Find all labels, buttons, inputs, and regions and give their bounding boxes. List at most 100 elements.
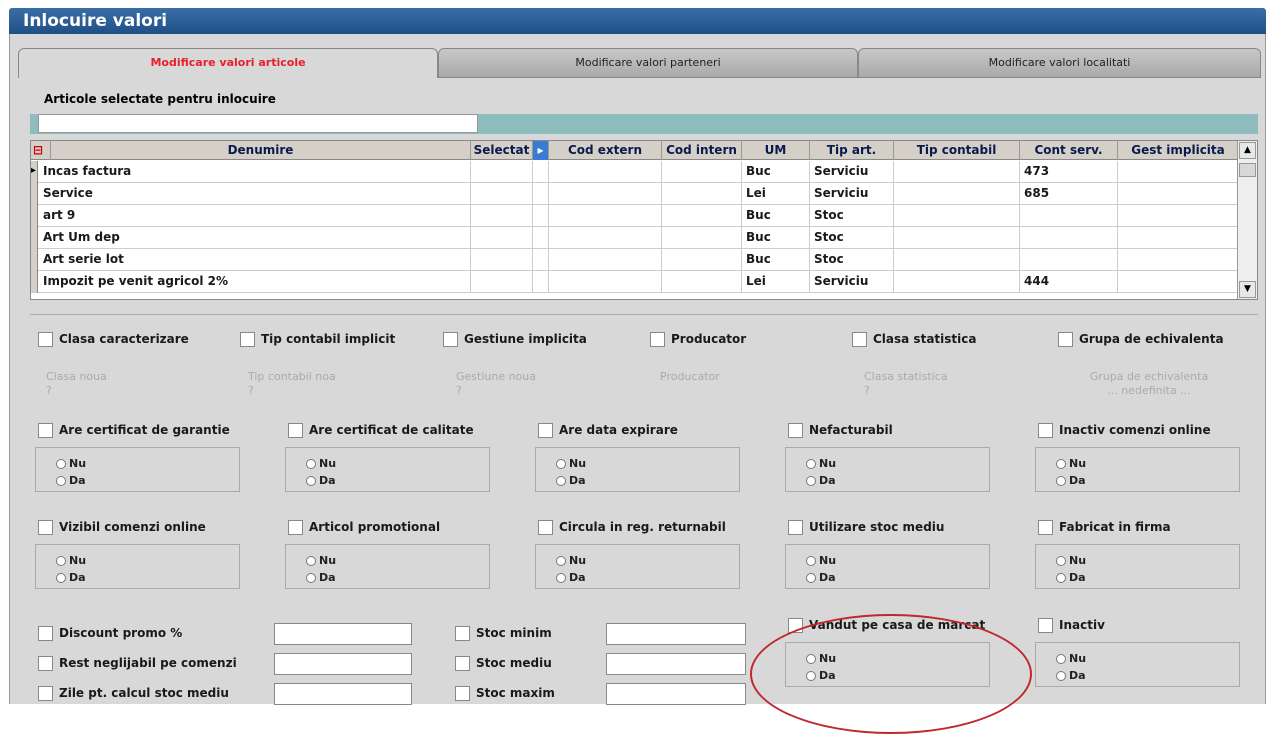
grid-cell[interactable] <box>549 183 662 205</box>
radio-da[interactable]: Da <box>556 474 586 487</box>
cell-tip-art[interactable]: Serviciu <box>810 271 894 293</box>
radio-da[interactable]: Da <box>306 571 336 584</box>
col-gest-implicita[interactable]: Gest implicita <box>1118 141 1239 160</box>
cell-cont-serv[interactable] <box>1020 205 1118 227</box>
cell-tip-art[interactable]: Serviciu <box>810 161 894 183</box>
input-row4-mid-1[interactable] <box>606 653 746 675</box>
chk-row4-mid-0[interactable]: Stoc minim <box>455 626 552 641</box>
row-indicator[interactable] <box>31 227 38 249</box>
grid-cell[interactable] <box>549 249 662 271</box>
grid-cell[interactable] <box>1118 271 1239 293</box>
radio-da[interactable]: Da <box>806 474 836 487</box>
table-row[interactable]: Art Um dep Buc Stoc <box>31 227 1239 249</box>
checkbox-icon[interactable] <box>240 332 255 347</box>
radio-nu[interactable]: Nu <box>1056 554 1086 567</box>
grid-cell[interactable] <box>533 161 549 183</box>
chk-row3-4[interactable]: Fabricat in firma <box>1038 520 1171 535</box>
chk-clasa-caracterizare[interactable]: Clasa caracterizare <box>38 332 189 347</box>
input-row4-left-2[interactable] <box>274 683 412 705</box>
grid-cell[interactable] <box>533 249 549 271</box>
tab-modificare-parteneri[interactable]: Modificare valori parteneri <box>438 48 858 78</box>
grid-cell[interactable] <box>1118 249 1239 271</box>
col-cont-serv[interactable]: Cont serv. <box>1020 141 1118 160</box>
checkbox-icon[interactable] <box>288 423 303 438</box>
radio-icon[interactable] <box>1056 654 1066 664</box>
table-row[interactable]: Art serie lot Buc Stoc <box>31 249 1239 271</box>
grid-cell[interactable] <box>533 183 549 205</box>
radio-icon[interactable] <box>556 476 566 486</box>
row-indicator[interactable] <box>31 183 38 205</box>
selectat-arrow-icon[interactable]: ▸ <box>533 141 549 160</box>
cell-cont-serv[interactable] <box>1020 227 1118 249</box>
input-row4-left-0[interactable] <box>274 623 412 645</box>
radio-nu[interactable]: Nu <box>806 554 836 567</box>
grid-cell[interactable] <box>894 227 1020 249</box>
radio-icon[interactable] <box>556 556 566 566</box>
grid-cell[interactable] <box>471 271 533 293</box>
chk-row4-mid-2[interactable]: Stoc maxim <box>455 686 555 701</box>
grid-corner-icon[interactable]: ⊟ <box>31 141 51 160</box>
radio-icon[interactable] <box>806 459 816 469</box>
radio-da[interactable]: Da <box>1056 571 1086 584</box>
table-row[interactable]: art 9 Buc Stoc <box>31 205 1239 227</box>
row-indicator[interactable] <box>31 205 38 227</box>
checkbox-icon[interactable] <box>1038 618 1053 633</box>
cell-denumire[interactable]: Impozit pe venit agricol 2% <box>39 271 471 293</box>
chk-producator[interactable]: Producator <box>650 332 746 347</box>
radio-da[interactable]: Da <box>56 474 86 487</box>
row-indicator[interactable] <box>31 271 38 293</box>
radio-da[interactable]: Da <box>1056 669 1086 682</box>
checkbox-icon[interactable] <box>1058 332 1073 347</box>
chk-row2-2[interactable]: Are data expirare <box>538 423 678 438</box>
col-tip-art[interactable]: Tip art. <box>810 141 894 160</box>
grid-cell[interactable] <box>471 249 533 271</box>
chk-gestiune[interactable]: Gestiune implicita <box>443 332 587 347</box>
radio-icon[interactable] <box>56 573 66 583</box>
grid-scrollbar[interactable]: ▲ ▼ <box>1237 141 1257 299</box>
checkbox-icon[interactable] <box>455 686 470 701</box>
grid-cell[interactable] <box>662 183 742 205</box>
checkbox-icon[interactable] <box>455 656 470 671</box>
current-row-arrow-icon[interactable]: ▸ <box>31 161 38 183</box>
checkbox-icon[interactable] <box>288 520 303 535</box>
col-denumire[interactable]: Denumire <box>51 141 471 160</box>
scroll-up-icon[interactable]: ▲ <box>1239 142 1256 159</box>
radio-da[interactable]: Da <box>1056 474 1086 487</box>
radio-nu[interactable]: Nu <box>556 554 586 567</box>
input-row4-mid-2[interactable] <box>606 683 746 705</box>
radio-nu[interactable]: Nu <box>306 457 336 470</box>
radio-icon[interactable] <box>556 459 566 469</box>
checkbox-icon[interactable] <box>788 423 803 438</box>
checkbox-icon[interactable] <box>1038 520 1053 535</box>
chk-row3-2[interactable]: Circula in reg. returnabil <box>538 520 726 535</box>
table-row[interactable]: Impozit pe venit agricol 2% Lei Serviciu 44… <box>31 271 1239 293</box>
cell-cont-serv[interactable]: 685 <box>1020 183 1118 205</box>
grid-cell[interactable] <box>1118 183 1239 205</box>
chk-row3-1[interactable]: Articol promotional <box>288 520 440 535</box>
checkbox-icon[interactable] <box>455 626 470 641</box>
radio-icon[interactable] <box>306 459 316 469</box>
radio-nu[interactable]: Nu <box>56 457 86 470</box>
cell-um[interactable]: Buc <box>742 227 810 249</box>
cell-denumire[interactable]: art 9 <box>39 205 471 227</box>
radio-icon[interactable] <box>1056 476 1066 486</box>
grid-cell[interactable] <box>471 205 533 227</box>
cell-um[interactable]: Buc <box>742 161 810 183</box>
radio-icon[interactable] <box>556 573 566 583</box>
grid-cell[interactable] <box>533 271 549 293</box>
radio-icon[interactable] <box>56 476 66 486</box>
scroll-down-icon[interactable]: ▼ <box>1239 281 1256 298</box>
grid-cell[interactable] <box>1118 205 1239 227</box>
tab-modificare-articole[interactable]: Modificare valori articole <box>18 48 438 78</box>
radio-nu[interactable]: Nu <box>56 554 86 567</box>
radio-icon[interactable] <box>806 476 816 486</box>
cell-um[interactable]: Lei <box>742 183 810 205</box>
cell-um[interactable]: Buc <box>742 249 810 271</box>
search-input[interactable] <box>38 114 478 133</box>
chk-inactiv[interactable]: Inactiv <box>1038 618 1105 633</box>
grid-cell[interactable] <box>533 205 549 227</box>
grid-cell[interactable] <box>549 161 662 183</box>
cell-um[interactable]: Buc <box>742 205 810 227</box>
cell-tip-art[interactable]: Serviciu <box>810 183 894 205</box>
grid-cell[interactable] <box>471 161 533 183</box>
